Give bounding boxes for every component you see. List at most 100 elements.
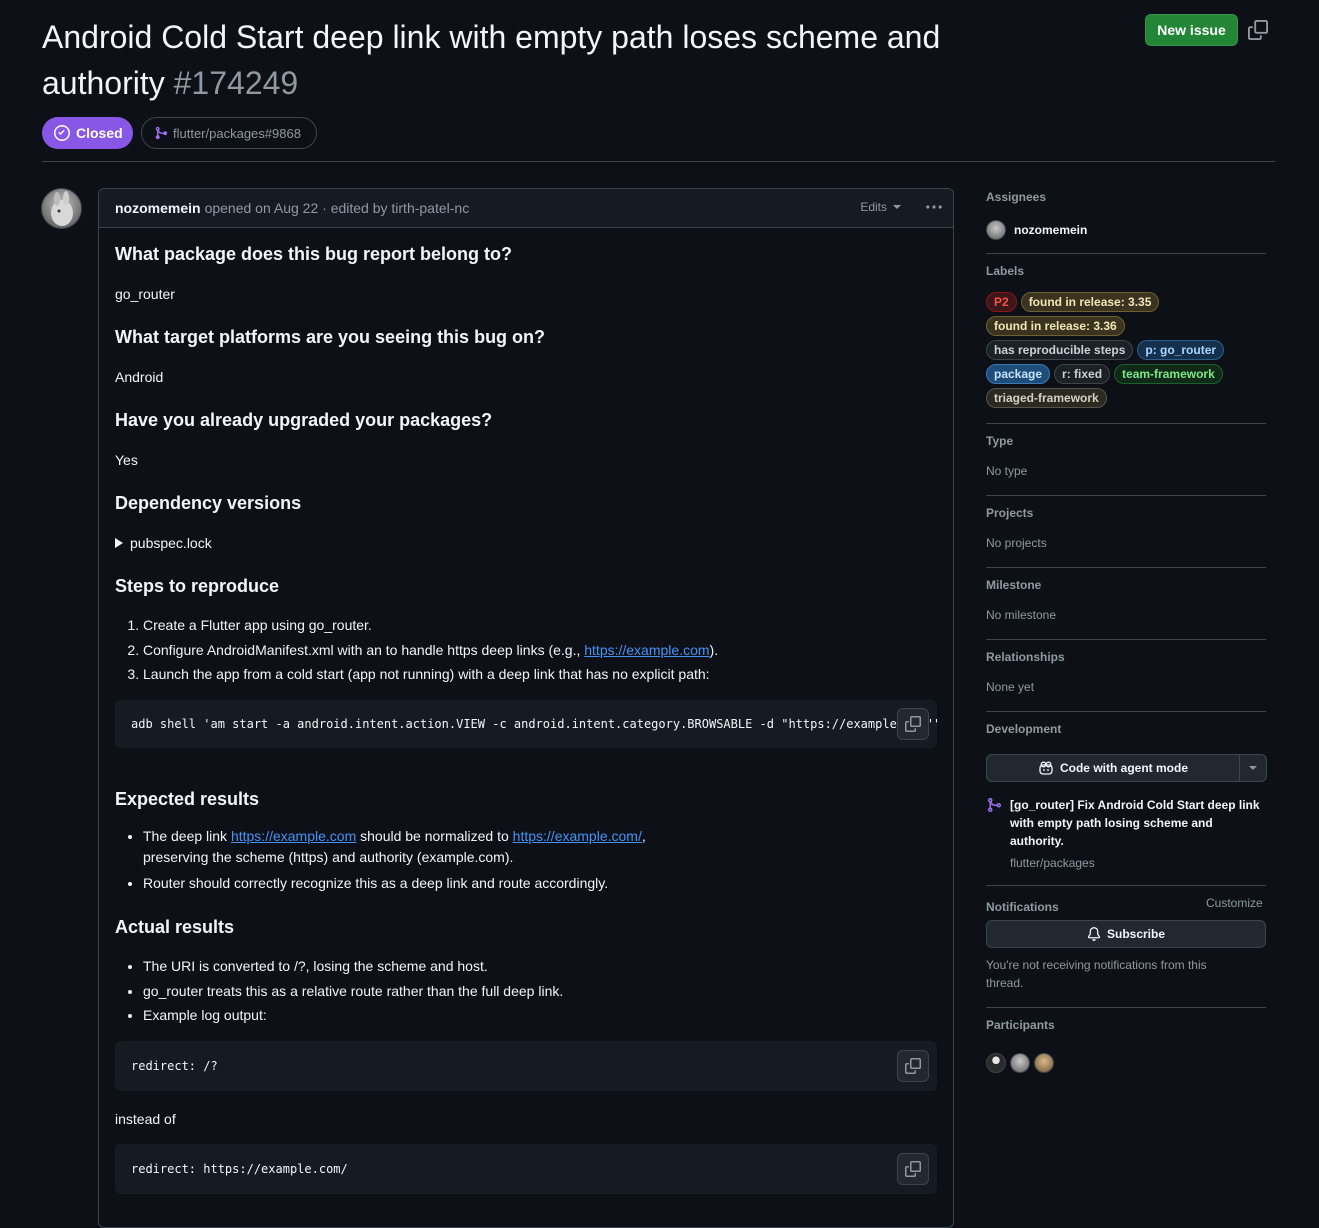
pubspec-details[interactable]: pubspec.lock <box>115 535 212 551</box>
expected-list: The deep link https://example.com should… <box>115 826 646 896</box>
actual-list: The URI is converted to /?, losing the s… <box>115 954 563 1028</box>
label-badge[interactable]: has reproducible steps <box>986 340 1134 360</box>
kebab-menu-icon[interactable] <box>925 198 943 216</box>
labels-heading[interactable]: Labels <box>986 264 1266 278</box>
assignees-heading[interactable]: Assignees <box>986 190 1266 204</box>
projects-value: No projects <box>986 536 1047 550</box>
agent-button-label: Code with agent mode <box>1059 761 1188 775</box>
subscribe-label: Subscribe <box>1106 927 1166 941</box>
participant-avatar[interactable] <box>986 1053 1006 1073</box>
upgraded-answer: Yes <box>115 452 138 468</box>
example-link[interactable]: https://example.com <box>231 828 356 844</box>
instead-of-text: instead of <box>115 1111 176 1127</box>
triangle-down-icon <box>893 205 901 209</box>
code-block-redirect-actual: redirect: /? <box>115 1041 937 1091</box>
copy-code-button[interactable] <box>897 1153 929 1185</box>
copy-code-button[interactable] <box>897 1050 929 1082</box>
expected-item: Router should correctly recognize this a… <box>143 871 646 896</box>
issue-title: Android Cold Start deep link with empty … <box>42 14 942 106</box>
code-block-adb: adb shell 'am start -a android.intent.ac… <box>115 700 937 748</box>
sidebar-divider <box>986 423 1266 424</box>
sidebar-divider <box>986 885 1266 886</box>
status-text: Closed <box>76 125 123 141</box>
step-item: Launch the app from a cold start (app no… <box>143 662 718 687</box>
platform-answer: Android <box>115 369 164 385</box>
deps-heading: Dependency versions <box>115 493 302 513</box>
assignee-name: nozomemein <box>1014 223 1088 237</box>
edits-dropdown[interactable]: Edits <box>860 200 901 214</box>
participant-avatar[interactable] <box>1010 1053 1030 1073</box>
development-heading: Development <box>986 722 1062 736</box>
label-badge[interactable]: r: fixed <box>1054 364 1111 384</box>
projects-heading[interactable]: Projects <box>986 506 1266 520</box>
customize-link[interactable]: Customize <box>1206 896 1263 910</box>
linked-pr-badge[interactable]: flutter/packages#9868 <box>141 117 317 149</box>
merged-pr-icon <box>986 797 1002 818</box>
sidebar-divider <box>986 711 1266 712</box>
platform-question: What target platforms are you seeing thi… <box>115 327 546 347</box>
linked-pr-title[interactable]: [go_router] Fix Android Cold Start deep … <box>1010 796 1260 850</box>
relationships-value: None yet <box>986 680 1035 694</box>
agent-dropdown-button[interactable] <box>1240 755 1266 781</box>
assignee-item[interactable]: nozomemein <box>986 220 1266 240</box>
package-answer: go_router <box>115 286 175 302</box>
agent-mode-button-group: Code with agent mode <box>986 754 1267 782</box>
expected-heading: Expected results <box>115 789 260 809</box>
label-badge[interactable]: triaged-framework <box>986 388 1107 408</box>
comment-author[interactable]: nozomemein <box>115 200 201 216</box>
actual-item: The URI is converted to /?, losing the s… <box>143 954 563 979</box>
upgraded-question: Have you already upgraded your packages? <box>115 410 493 430</box>
type-heading[interactable]: Type <box>986 434 1266 448</box>
step-item: Create a Flutter app using go_router. <box>143 613 718 638</box>
code-with-agent-button[interactable]: Code with agent mode <box>987 755 1240 781</box>
copy-code-button[interactable] <box>897 708 929 740</box>
sidebar-divider <box>986 639 1266 640</box>
code-text: redirect: /? <box>131 1059 218 1073</box>
code-text: redirect: https://example.com/ <box>131 1162 348 1176</box>
issue-comment: nozomemein opened on Aug 22 · edited by … <box>98 188 954 1228</box>
type-value: No type <box>986 464 1028 478</box>
participant-avatar[interactable] <box>1034 1053 1054 1073</box>
example-slash-link[interactable]: https://example.com/ <box>513 828 642 844</box>
expected-item: The deep link https://example.com should… <box>143 826 646 868</box>
label-badge[interactable]: found in release: 3.36 <box>986 316 1125 336</box>
example-link[interactable]: https://example.com <box>584 642 709 658</box>
copy-link-icon[interactable] <box>1248 20 1268 40</box>
linked-pr-repo: flutter/packages <box>1010 856 1095 870</box>
copy-icon <box>905 716 921 732</box>
participants-list <box>986 1053 1054 1073</box>
closed-check-icon <box>54 125 70 141</box>
steps-list: Create a Flutter app using go_router. Co… <box>115 613 718 687</box>
label-badge[interactable]: found in release: 3.35 <box>1020 292 1160 312</box>
notification-status-text: You're not receiving notifications from … <box>986 958 1207 990</box>
package-question: What package does this bug report belong… <box>115 244 513 264</box>
triangle-down-icon <box>1249 766 1257 770</box>
subscribe-button[interactable]: Subscribe <box>986 920 1266 948</box>
author-avatar[interactable] <box>41 188 82 229</box>
label-badge[interactable]: package <box>986 364 1051 384</box>
step-item: Configure AndroidManifest.xml with an to… <box>143 638 718 663</box>
sidebar-divider <box>986 495 1266 496</box>
label-badge[interactable]: p: go_router <box>1137 340 1225 360</box>
actual-heading: Actual results <box>115 917 235 937</box>
milestone-heading[interactable]: Milestone <box>986 578 1266 592</box>
actual-item: Example log output: <box>143 1003 563 1028</box>
copilot-icon <box>1039 761 1053 775</box>
sidebar-divider <box>986 567 1266 568</box>
label-badge[interactable]: team-framework <box>1114 364 1223 384</box>
copy-icon <box>905 1058 921 1074</box>
labels-list: P2 found in release: 3.35 found in release… <box>986 292 1266 412</box>
actual-item: go_router treats this as a relative rout… <box>143 979 563 1004</box>
sidebar-divider <box>986 1007 1266 1008</box>
code-text: adb shell 'am start -a android.intent.ac… <box>131 717 937 731</box>
relationships-heading[interactable]: Relationships <box>986 650 1266 664</box>
comment-meta: opened on Aug 22 · edited by tirth-patel… <box>204 200 470 216</box>
header-divider <box>42 161 1275 162</box>
issue-number: #174249 <box>173 65 299 101</box>
status-badge: Closed <box>42 117 133 149</box>
new-issue-button[interactable]: New issue <box>1145 14 1238 46</box>
label-badge[interactable]: P2 <box>986 292 1017 312</box>
code-block-redirect-expected: redirect: https://example.com/ <box>115 1144 937 1194</box>
pull-request-icon <box>155 126 168 140</box>
pubspec-summary: pubspec.lock <box>130 535 212 551</box>
